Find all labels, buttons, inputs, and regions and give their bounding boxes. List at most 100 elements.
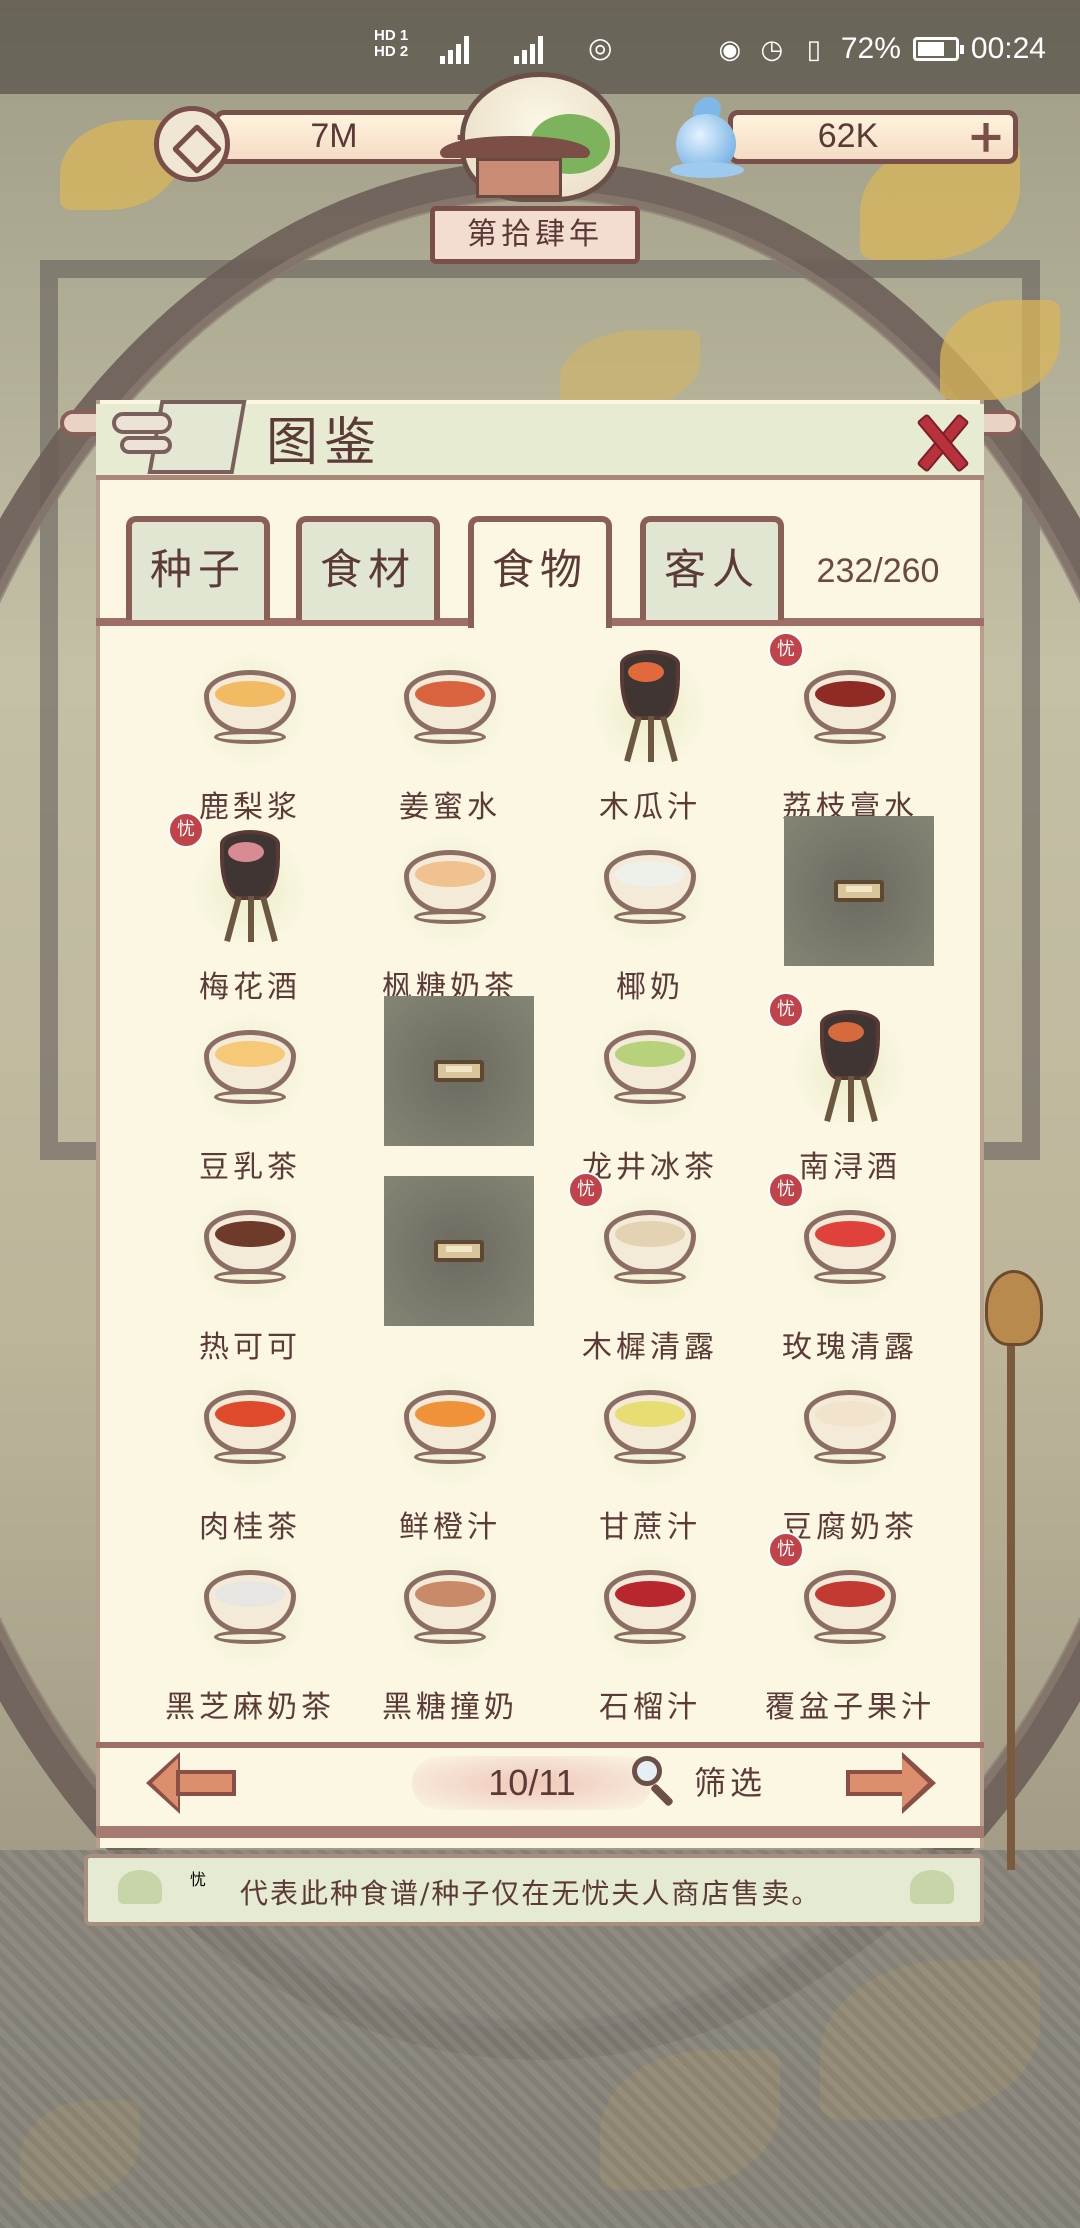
network-indicator: HD 1 HD 2 [374, 27, 409, 60]
tab-ingredients[interactable]: 食材 [296, 516, 440, 620]
food-item[interactable]: 忧南浔酒 [750, 992, 950, 1185]
dew-value: 62K [817, 117, 879, 155]
year-plate: 第拾肆年 [430, 206, 640, 264]
search-icon [632, 1756, 675, 1808]
food-item-label: 梅花酒 [199, 970, 301, 1005]
active-tab-gap [474, 614, 606, 628]
food-item[interactable]: 忧梅花酒 [150, 812, 350, 1005]
lock-plate-icon [384, 1176, 534, 1326]
filter-button[interactable]: 筛选 [628, 1752, 768, 1814]
food-item[interactable]: 豆腐奶茶 [750, 1364, 950, 1545]
tea-cup-icon [190, 1010, 310, 1130]
scroll-icon [112, 392, 260, 482]
food-item[interactable]: 肉桂茶 [150, 1364, 350, 1545]
page-indicator: 10/11 [412, 1756, 652, 1810]
food-item-label: 石榴汁 [599, 1690, 701, 1725]
food-item[interactable]: 忧玫瑰清露 [750, 1172, 950, 1365]
close-button[interactable] [912, 412, 968, 468]
signal-icon [440, 30, 474, 64]
food-item[interactable]: 木瓜汁 [550, 644, 750, 825]
food-item[interactable]: 热可可 [150, 1184, 350, 1365]
tea-cup-icon [190, 1190, 310, 1310]
exclusive-badge: 忧 [768, 992, 804, 1028]
tea-cup-icon [390, 1550, 510, 1670]
tab-food[interactable]: 食物 [468, 516, 612, 628]
alarm-icon: ◷ [760, 33, 784, 64]
locked-item[interactable] [350, 996, 550, 1184]
locked-item[interactable] [750, 816, 950, 1004]
lotus-lamp [985, 1270, 1043, 1870]
tea-cup-icon [190, 1550, 310, 1670]
wine-jar-icon [190, 830, 310, 950]
food-item-label: 热可可 [199, 1330, 301, 1365]
add-dew-button[interactable]: + [963, 113, 1009, 160]
tea-cup-icon [590, 1550, 710, 1670]
battery-icon [912, 37, 964, 61]
food-item[interactable]: 忧覆盆子果汁 [750, 1532, 950, 1725]
signal-icon [514, 30, 548, 64]
eye-icon: ◉ [718, 33, 742, 64]
wine-jar-icon [590, 650, 710, 770]
filter-label: 筛选 [694, 1764, 767, 1802]
battery-percent: 72% [840, 32, 901, 65]
tea-cup-icon [190, 1370, 310, 1490]
wifi-icon: ◎ [588, 31, 613, 63]
tea-cup-icon [790, 1550, 910, 1670]
coin-value: 7M [310, 117, 358, 155]
exclusive-badge: 忧 [568, 1172, 604, 1208]
food-item-label: 木瓜汁 [599, 790, 701, 825]
food-item[interactable]: 龙井冰茶 [550, 1004, 750, 1185]
food-item-label: 肉桂茶 [199, 1510, 301, 1545]
food-item-label: 黑芝麻奶茶 [165, 1690, 335, 1725]
food-item-label: 木樨清露 [582, 1330, 718, 1365]
panel-title: 图鉴 [266, 413, 383, 473]
tea-cup-icon [390, 650, 510, 770]
food-item[interactable]: 鲜橙汁 [350, 1364, 550, 1545]
food-item[interactable]: 黑糖撞奶 [350, 1544, 550, 1725]
food-item-label: 椰奶 [616, 970, 684, 1005]
clock: 00:24 [970, 32, 1046, 65]
panel-bottom-band [96, 1826, 984, 1838]
food-item-label: 玫瑰清露 [782, 1330, 918, 1365]
vibrate-icon: ▯ [806, 33, 822, 64]
food-item[interactable]: 石榴汁 [550, 1544, 750, 1725]
food-item-label: 姜蜜水 [399, 790, 501, 825]
tab-seeds[interactable]: 种子 [126, 516, 270, 620]
tea-cup-icon [590, 1010, 710, 1130]
food-item[interactable]: 忧木樨清露 [550, 1172, 750, 1365]
wine-jar-icon [790, 1010, 910, 1130]
next-page-button[interactable] [846, 1752, 936, 1814]
exclusive-badge: 忧 [168, 812, 204, 848]
food-item[interactable]: 姜蜜水 [350, 644, 550, 825]
food-item-label: 豆乳茶 [199, 1150, 301, 1185]
footer-divider [96, 1742, 984, 1748]
food-item[interactable]: 黑芝麻奶茶 [150, 1544, 350, 1725]
tea-cup-icon [790, 650, 910, 770]
lock-plate-icon [784, 816, 934, 966]
tea-cup-icon [790, 1190, 910, 1310]
exclusive-seal-icon: 忧 [190, 1866, 236, 1912]
food-item-label: 覆盆子果汁 [765, 1690, 935, 1725]
tea-cup-icon [190, 650, 310, 770]
food-item[interactable]: 忧荔枝膏水 [750, 632, 950, 825]
prev-page-button[interactable] [146, 1752, 236, 1814]
food-item-label: 黑糖撞奶 [382, 1690, 518, 1725]
food-item[interactable]: 枫糖奶茶 [350, 824, 550, 1005]
tea-cup-icon [590, 1190, 710, 1310]
food-item-label: 甘蔗汁 [599, 1510, 701, 1545]
ginkgo-leaf-icon [118, 1870, 162, 1904]
food-item[interactable]: 鹿梨浆 [150, 644, 350, 825]
food-item[interactable]: 甘蔗汁 [550, 1364, 750, 1545]
tab-guests[interactable]: 客人 [640, 516, 784, 620]
tea-cup-icon [790, 1370, 910, 1490]
tea-cup-icon [590, 1370, 710, 1490]
exclusive-badge: 忧 [768, 1172, 804, 1208]
tea-cup-icon [390, 1370, 510, 1490]
locked-item[interactable] [350, 1176, 550, 1364]
lock-plate-icon [384, 996, 534, 1146]
food-item[interactable]: 椰奶 [550, 824, 750, 1005]
exclusive-badge: 忧 [768, 1532, 804, 1568]
exclusive-badge: 忧 [768, 632, 804, 668]
food-item-label: 鲜橙汁 [399, 1510, 501, 1545]
food-item[interactable]: 豆乳茶 [150, 1004, 350, 1185]
